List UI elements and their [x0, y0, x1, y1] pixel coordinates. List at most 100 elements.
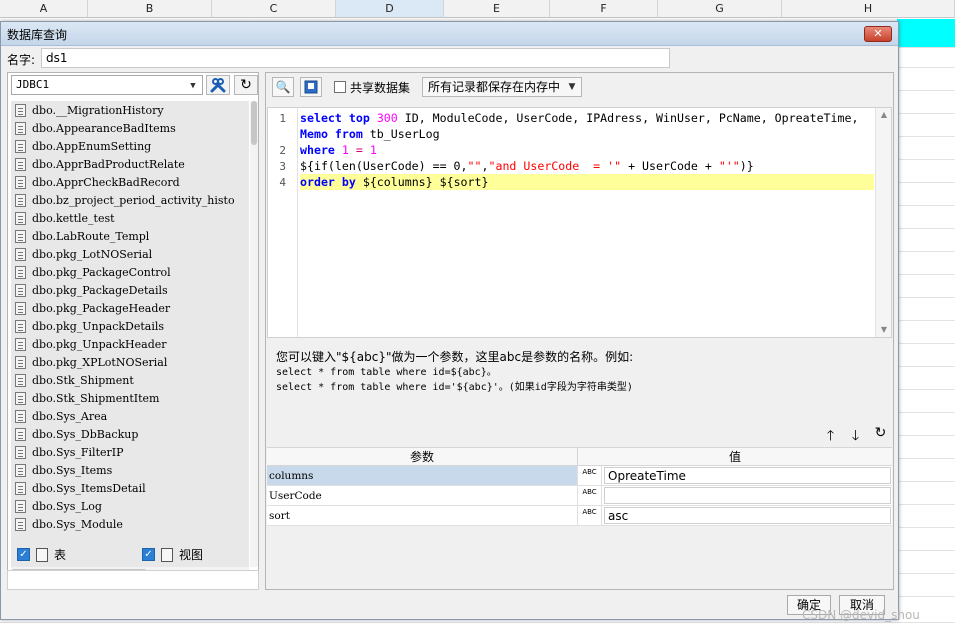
column-header-b[interactable]: B: [88, 0, 212, 18]
column-header-d[interactable]: D: [336, 0, 444, 18]
table-list-item[interactable]: dbo.LabRoute_Templ: [11, 227, 249, 245]
table-list-item[interactable]: dbo.pkg_PackageHeader: [11, 299, 249, 317]
left-search-input[interactable]: [7, 570, 259, 590]
table-icon: [15, 337, 26, 351]
table-checkbox[interactable]: ✓: [17, 548, 30, 561]
table-list-item[interactable]: dbo.Stk_ShipmentItem: [11, 389, 249, 407]
table-icon: [15, 103, 26, 117]
table-list[interactable]: dbo.__MigrationHistory dbo.AppearanceBadI…: [11, 101, 249, 567]
table-list-item[interactable]: dbo.Sys_Log: [11, 497, 249, 515]
code-line: ${if(len(UserCode) == 0,"","and UserCode…: [300, 159, 754, 173]
refresh-icon[interactable]: ↻: [872, 425, 889, 449]
refresh-button[interactable]: ↻: [234, 75, 258, 95]
preview-button[interactable]: 🔍: [272, 77, 294, 97]
arrow-down-icon[interactable]: 🡓: [847, 425, 864, 449]
string-type-icon[interactable]: ABC: [578, 486, 602, 505]
column-header-a[interactable]: A: [0, 0, 88, 18]
table-icon: [15, 481, 26, 495]
table-list-item[interactable]: dbo.Sys_DbBackup: [11, 425, 249, 443]
parameter-row[interactable]: sort ABC asc: [267, 506, 892, 526]
refresh-icon: ↻: [240, 77, 252, 93]
table-list-item[interactable]: dbo.AppearanceBadItems: [11, 119, 249, 137]
preview-icon: 🔍: [275, 80, 291, 94]
table-list-item[interactable]: dbo.Sys_FilterIP: [11, 443, 249, 461]
parameter-name[interactable]: sort: [267, 506, 578, 525]
table-list-item[interactable]: dbo.pkg_PackageDetails: [11, 281, 249, 299]
line-number: 2: [279, 144, 286, 157]
dialog-titlebar[interactable]: 数据库查询 ✕: [1, 22, 898, 46]
connection-select[interactable]: JDBC1 ▼: [11, 75, 203, 95]
parameter-name[interactable]: columns: [267, 466, 578, 485]
table-list-item[interactable]: dbo.pkg_LotNOSerial: [11, 245, 249, 263]
table-icon: [15, 499, 26, 513]
parameter-value-input[interactable]: OpreateTime: [604, 467, 891, 484]
table-name: dbo.AppEnumSetting: [32, 139, 152, 153]
table-name: dbo.Sys_Area: [32, 409, 108, 423]
table-icon: [15, 139, 26, 153]
value-column-header[interactable]: 值: [578, 448, 892, 465]
table-list-item[interactable]: dbo.bz_project_period_activity_histo: [11, 191, 249, 209]
view-checkbox[interactable]: ✓: [142, 548, 155, 561]
table-list-item[interactable]: dbo.__MigrationHistory: [11, 101, 249, 119]
table-list-item[interactable]: dbo.kettle_test: [11, 209, 249, 227]
memory-option-select[interactable]: 所有记录都保存在内存中 ▼: [422, 77, 582, 97]
table-browser-panel: JDBC1 ▼ ↻ dbo.__MigrationHistory dbo.Appe…: [7, 72, 259, 585]
table-icon: [15, 445, 26, 459]
scroll-down-icon[interactable]: ▼: [876, 323, 891, 337]
table-list-item[interactable]: dbo.pkg_XPLotNOSerial: [11, 353, 249, 371]
param-column-header[interactable]: 参数: [267, 448, 578, 465]
editor-vertical-scrollbar[interactable]: ▲ ▼: [875, 108, 891, 337]
table-icon: [15, 247, 26, 261]
table-list-item[interactable]: dbo.pkg_UnpackDetails: [11, 317, 249, 335]
share-dataset-checkbox[interactable]: [334, 81, 346, 93]
name-input[interactable]: ds1: [41, 48, 670, 68]
table-icon: [15, 211, 26, 225]
view-filter-label: 视图: [179, 548, 204, 562]
table-list-item[interactable]: dbo.AppEnumSetting: [11, 137, 249, 155]
column-header-f[interactable]: F: [550, 0, 658, 18]
parameter-value-input[interactable]: [604, 487, 891, 504]
table-list-item[interactable]: dbo.Stk_Shipment: [11, 371, 249, 389]
scroll-up-icon[interactable]: ▲: [876, 108, 891, 122]
help-text: 您可以键入"${abc}"做为一个参数，这里abc是参数的名称。例如:: [276, 350, 634, 364]
table-icon: [15, 373, 26, 387]
parameter-value-input[interactable]: asc: [604, 507, 891, 524]
save-query-button[interactable]: [300, 77, 322, 97]
table-list-item[interactable]: dbo.Sys_Items: [11, 461, 249, 479]
column-header-h[interactable]: H: [782, 0, 955, 18]
parameter-row[interactable]: UserCode ABC: [267, 486, 892, 506]
table-icon: [15, 355, 26, 369]
filter-table-option[interactable]: ✓ 表: [17, 546, 66, 563]
tools-button[interactable]: [206, 75, 230, 95]
close-button[interactable]: ✕: [864, 26, 892, 42]
table-name: dbo.pkg_UnpackDetails: [32, 319, 165, 333]
line-number: 3: [279, 160, 286, 173]
table-name: dbo.ApprCheckBadRecord: [32, 175, 180, 189]
column-header-c[interactable]: C: [212, 0, 336, 18]
memory-option-value: 所有记录都保存在内存中: [428, 80, 561, 94]
column-header-g[interactable]: G: [658, 0, 782, 18]
table-list-item[interactable]: dbo.ApprBadProductRelate: [11, 155, 249, 173]
table-list-vertical-scrollbar[interactable]: [250, 101, 258, 567]
column-header-e[interactable]: E: [444, 0, 550, 18]
line-number: 4: [279, 176, 286, 189]
parameter-name[interactable]: UserCode: [267, 486, 578, 505]
parameter-row[interactable]: columns ABC OpreateTime: [267, 466, 892, 486]
string-type-icon[interactable]: ABC: [578, 466, 602, 485]
string-type-icon[interactable]: ABC: [578, 506, 602, 525]
table-list-item[interactable]: dbo.Sys_ItemsDetail: [11, 479, 249, 497]
table-list-item[interactable]: dbo.pkg_UnpackHeader: [11, 335, 249, 353]
table-icon: [15, 301, 26, 315]
sql-editor[interactable]: 1 2 3 4 select top 300 ID, ModuleCode, U…: [267, 107, 892, 338]
table-list-item[interactable]: dbo.ApprCheckBadRecord: [11, 173, 249, 191]
table-icon: [15, 463, 26, 477]
sql-code[interactable]: select top 300 ID, ModuleCode, UserCode,…: [300, 110, 874, 190]
table-name: dbo.Stk_Shipment: [32, 373, 134, 387]
arrow-up-icon[interactable]: 🡑: [822, 425, 839, 449]
table-name: dbo.bz_project_period_activity_histo: [32, 193, 235, 207]
table-list-item[interactable]: dbo.Sys_Area: [11, 407, 249, 425]
filter-view-option[interactable]: ✓ 视图: [142, 546, 203, 563]
table-name: dbo.Sys_Items: [32, 463, 113, 477]
table-list-item[interactable]: dbo.Sys_Module: [11, 515, 249, 533]
table-list-item[interactable]: dbo.pkg_PackageControl: [11, 263, 249, 281]
